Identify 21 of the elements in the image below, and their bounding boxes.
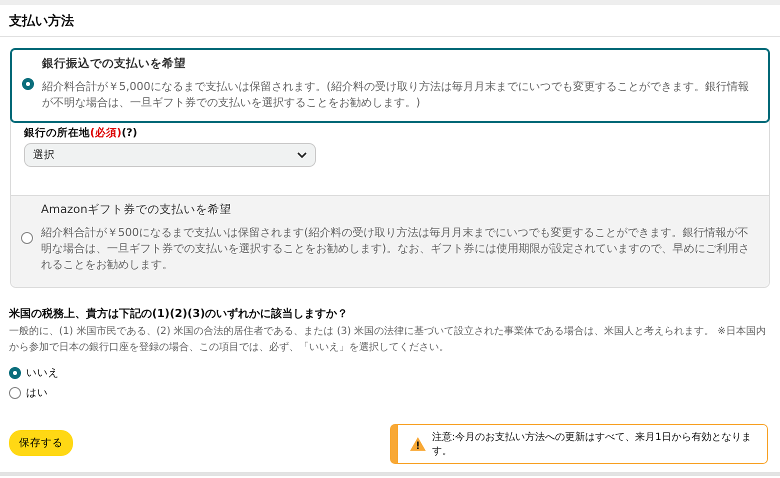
section-title: 支払い方法 — [0, 5, 780, 37]
radio-button[interactable] — [21, 232, 33, 244]
option-title: 銀行振込での支払いを希望 — [42, 56, 187, 71]
radio-label: はい — [26, 386, 48, 400]
payment-option[interactable]: Amazonギフト券での支払いを希望 紹介料合計が￥500になるまで支払いは保留されます(紹介料の受け取り方法は毎月月末までにいつでも変更することができます。銀行情報が不明な場合は、一旦ギフト券での支払いを選択することをお勧めします)。なお、ギフト券には使用期限が設定されていますので、早めにご利用されることをお勧めします。 — [11, 195, 769, 287]
option-description: 紹介料合計が￥5,000になるまで支払いは保留されます。(紹介料の受け取り方法は毎月月末までにいつでも変更することができます。銀行情報が不明な場合は、一旦ギフト券での支払いを選択することをお勧めします。) — [42, 79, 750, 111]
question-text: 米国の税務上、貴方は下記の(1)(2)(3)のいずれかに該当しますか？ — [9, 306, 350, 321]
radio-button[interactable] — [9, 367, 21, 379]
field-label: 銀行の所在地(必須)(?) — [24, 126, 138, 140]
radio-button[interactable] — [9, 387, 21, 399]
option-title: Amazonギフト券での支払いを希望 — [41, 202, 232, 217]
select-field[interactable]: 選択 — [24, 143, 316, 167]
radio-button[interactable] — [22, 78, 34, 90]
question-description: 一般的に、(1) 米国市民である、(2) 米国の合法的居住者である、または (3) 米国の法律に基づいて設立された事業体である場合は、米国人と考えられます。 ※日本国内から参加で日本の銀行口座を登録の場合、この項目では、必ず、「いいえ」を選択してください。 — [9, 324, 767, 355]
radio-label: いいえ — [26, 366, 59, 380]
notice-text: 注意:今月のお支払い方法への更新はすべて、来月1日から有効となります。 — [432, 430, 753, 458]
chevron-down-icon — [297, 152, 307, 158]
save-button[interactable]: 保存する — [9, 430, 73, 456]
option-description: 紹介料合計が￥500になるまで支払いは保留されます(紹介料の受け取り方法は毎月月末までにいつでも変更することができます。銀行情報が不明な場合は、一旦ギフト券での支払いを選択することをお勧めします)。なお、ギフト券には使用期限が設定されていますので、早めにご利用されることをお勧めします。 — [41, 225, 750, 273]
warning-icon — [410, 437, 426, 451]
payment-option[interactable]: 銀行振込での支払いを希望 紹介料合計が￥5,000になるまで支払いは保留されます。(紹介料の受け取り方法は毎月月末までにいつでも変更することができます。銀行情報が不明な場合は、一旦ギフト券での支払いを選択することをお勧めします。) — [10, 48, 770, 123]
